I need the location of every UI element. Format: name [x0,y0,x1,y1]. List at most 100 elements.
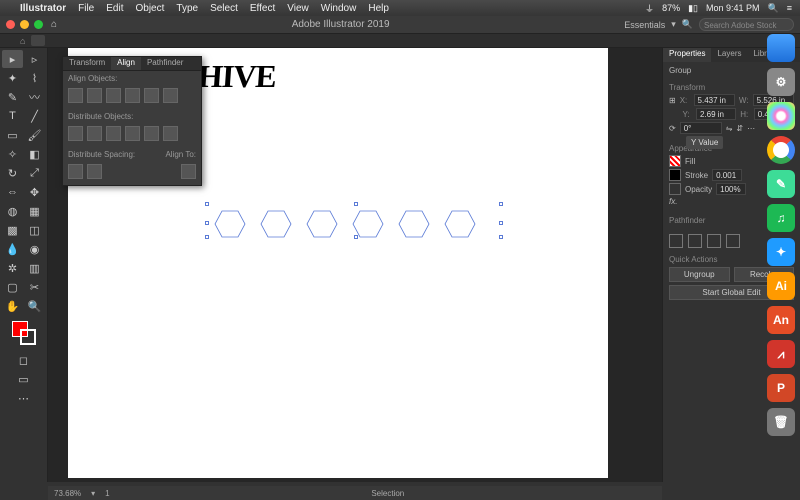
flip-h-icon[interactable]: ⇋ [726,124,733,133]
spotlight-icon[interactable]: 🔍 [768,3,779,14]
fx-label[interactable]: fx. [669,197,677,206]
align-panel[interactable]: Transform Align Pathfinder Align Objects… [62,56,202,186]
dist-hspace-icon[interactable] [87,164,102,179]
dist-vspace-icon[interactable] [68,164,83,179]
hexagon-shape[interactable] [444,209,476,239]
align-hcenter-icon[interactable] [87,88,102,103]
direct-selection-tool[interactable]: ▹ [24,50,45,68]
x-input[interactable]: 5.437 in [694,94,735,106]
perspective-tool[interactable]: ▦ [24,202,45,220]
symbol-sprayer-tool[interactable]: ✲ [2,259,23,277]
menu-extra-icon[interactable]: ≡ [787,3,792,13]
dock-finder-icon[interactable] [767,34,795,62]
free-transform-tool[interactable]: ✥ [24,183,45,201]
panel-tab-pathfinder[interactable]: Pathfinder [141,57,189,70]
tab-home-icon[interactable]: ⌂ [20,36,25,46]
menu-type[interactable]: Type [176,3,198,14]
menubar-time[interactable]: Mon 9:41 PM [706,3,760,13]
canvas-text[interactable]: HIVE [197,58,277,95]
flip-v-icon[interactable]: ⇵ [736,124,743,133]
column-graph-tool[interactable]: ▥ [24,259,45,277]
menu-effect[interactable]: Effect [250,3,275,14]
hexagon-shape[interactable] [352,209,384,239]
magic-wand-tool[interactable]: ✦ [2,69,23,87]
rectangle-tool[interactable]: ▭ [2,126,23,144]
search-icon[interactable]: 🔍 [682,19,693,30]
shape-builder-tool[interactable]: ◍ [2,202,23,220]
panel-tab-transform[interactable]: Transform [63,57,111,70]
blend-tool[interactable]: ◉ [24,240,45,258]
scale-tool[interactable]: ⤢ [24,164,45,182]
zoom-tool[interactable]: 🔍 [24,297,45,315]
dist-top-icon[interactable] [68,126,83,141]
tab-layers[interactable]: Layers [711,48,747,62]
menu-help[interactable]: Help [368,3,389,14]
wifi-icon[interactable]: ⏚ [645,2,654,15]
pen-tool[interactable]: ✎ [2,88,23,106]
dist-vcenter-icon[interactable] [87,126,102,141]
hand-tool[interactable]: ✋ [2,297,23,315]
tab-properties[interactable]: Properties [663,48,711,62]
shaper-tool[interactable]: ✧ [2,145,23,163]
artboard-nav[interactable]: 1 [105,489,109,498]
curvature-tool[interactable]: 〰 [24,88,45,106]
dock-illustrator-icon[interactable]: Ai [767,272,795,300]
align-to-dropdown[interactable] [181,164,196,179]
panel-tab-align[interactable]: Align [111,57,141,70]
align-bottom-icon[interactable] [163,88,178,103]
fill-stroke-swatch[interactable] [12,321,36,345]
slice-tool[interactable]: ✂ [24,278,45,296]
edit-toolbar-button[interactable]: ⋯ [13,389,34,407]
artboard-tool[interactable]: ▢ [2,278,23,296]
dock-trash-icon[interactable]: 🗑 [767,408,795,436]
more-options-icon[interactable]: ⋯ [747,124,755,133]
arrange-docs-button[interactable] [31,35,45,46]
dock-settings-icon[interactable]: ⚙ [767,68,795,96]
zoom-level[interactable]: 73.68% [54,489,81,498]
dock-acrobat-icon[interactable]: ⩘ [767,340,795,368]
drawing-mode-normal[interactable]: ◻ [13,351,34,369]
dist-bottom-icon[interactable] [106,126,121,141]
dock-powerpoint-icon[interactable]: P [767,374,795,402]
width-tool[interactable]: ⇔ [2,183,23,201]
type-tool[interactable]: T [2,107,23,125]
menu-file[interactable]: File [78,3,94,14]
menubar-app[interactable]: Illustrator [20,3,66,14]
dock-photos-icon[interactable] [767,102,795,130]
align-right-icon[interactable] [106,88,121,103]
pathfinder-intersect-icon[interactable] [707,234,721,248]
lasso-tool[interactable]: ⌇ [24,69,45,87]
hexagon-group[interactable] [214,209,476,239]
window-minimize-button[interactable] [20,20,29,29]
menu-object[interactable]: Object [135,3,164,14]
align-left-icon[interactable] [68,88,83,103]
menu-select[interactable]: Select [210,3,238,14]
mesh-tool[interactable]: ▩ [2,221,23,239]
menu-edit[interactable]: Edit [106,3,123,14]
menu-window[interactable]: Window [321,3,357,14]
pathfinder-minus-icon[interactable] [688,234,702,248]
stroke-swatch-button[interactable] [669,169,681,181]
rotate-input[interactable]: 0° [680,122,722,134]
align-top-icon[interactable] [125,88,140,103]
chevron-down-icon[interactable]: ▾ [91,489,95,498]
screen-mode-button[interactable]: ▭ [13,370,34,388]
stroke-swatch[interactable] [20,329,36,345]
paintbrush-tool[interactable]: 🖌 [24,126,45,144]
dock-safari-icon[interactable]: ✦ [767,238,795,266]
pathfinder-unite-icon[interactable] [669,234,683,248]
fill-swatch-button[interactable] [669,155,681,167]
hexagon-shape[interactable] [260,209,292,239]
hexagon-shape[interactable] [214,209,246,239]
dist-right-icon[interactable] [163,126,178,141]
selection-tool[interactable]: ▸ [2,50,23,68]
gradient-tool[interactable]: ◫ [24,221,45,239]
menu-view[interactable]: View [287,3,309,14]
dock-spotify-icon[interactable]: ♫ [767,204,795,232]
y-input[interactable]: 2.69 in [696,108,736,120]
dock-chrome-icon[interactable] [767,136,795,164]
eraser-tool[interactable]: ◧ [24,145,45,163]
dock-animate-icon[interactable]: An [767,306,795,334]
pathfinder-exclude-icon[interactable] [726,234,740,248]
hexagon-shape[interactable] [306,209,338,239]
